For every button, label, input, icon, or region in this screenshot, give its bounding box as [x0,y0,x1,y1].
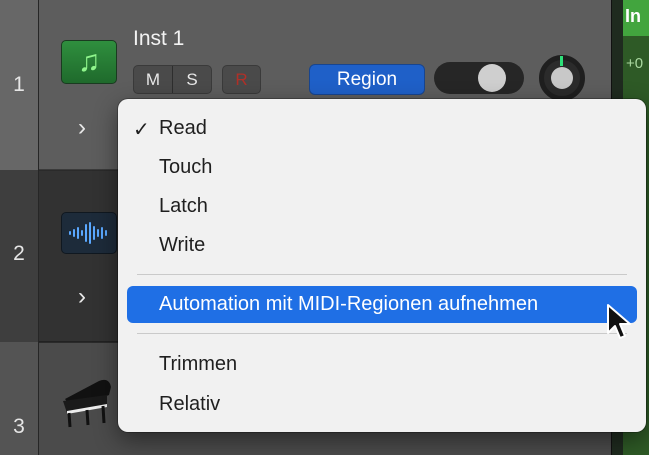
track-number-1[interactable]: 1 [0,0,38,170]
toggle-knob [478,64,506,92]
grand-piano-icon[interactable] [59,373,115,433]
menu-item-trim[interactable]: Trimmen [127,346,637,383]
music-note-icon[interactable]: ♫ [61,40,117,84]
track-number-column: 1 2 3 [0,0,38,455]
mute-solo-group: M S [133,65,212,94]
menu-item-label: Trimmen [159,353,238,375]
waveform-glyph [69,222,107,244]
chevron-right-icon[interactable]: › [78,283,86,311]
track-number-2[interactable]: 2 [0,170,38,342]
menu-item-label: Latch [159,195,208,217]
menu-item-label: Read [159,117,207,139]
menu-item-label: Write [159,234,206,256]
track-name[interactable]: Inst 1 [133,27,184,51]
record-enable-button[interactable]: R [222,65,261,94]
mouse-pointer-icon [607,304,631,339]
menu-item-read[interactable]: ✓ Read [127,110,637,147]
menu-item-touch[interactable]: Touch [127,149,637,186]
solo-button[interactable]: S [172,66,211,93]
menu-item-label: Relativ [159,393,221,415]
pan-knob[interactable] [539,55,585,101]
region-header[interactable]: In [623,0,649,36]
pan-knob-cap [551,67,573,89]
pan-knob-indicator [560,56,563,66]
waveform-icon[interactable] [61,212,117,254]
region-value: +0 [626,55,644,72]
automation-toggle[interactable] [434,62,524,94]
menu-item-label: Automation mit MIDI-Regionen aufnehmen [159,293,539,315]
menu-item-label: Touch [159,156,213,178]
automation-mode-button[interactable]: Region [309,64,425,95]
menu-item-latch[interactable]: Latch [127,188,637,225]
checkmark-icon: ✓ [133,119,150,141]
menu-separator [137,274,627,275]
track-number-3[interactable]: 3 [0,342,38,455]
menu-item-write[interactable]: Write [127,227,637,264]
menu-item-relative[interactable]: Relativ [127,386,637,423]
automation-mode-menu: ✓ Read Touch Latch Write Automation mit … [118,99,646,432]
menu-item-record-automation-midi-regions[interactable]: Automation mit MIDI-Regionen aufnehmen [127,286,637,323]
chevron-right-icon[interactable]: › [78,114,86,142]
menu-separator [137,333,627,334]
mute-button[interactable]: M [134,66,172,93]
